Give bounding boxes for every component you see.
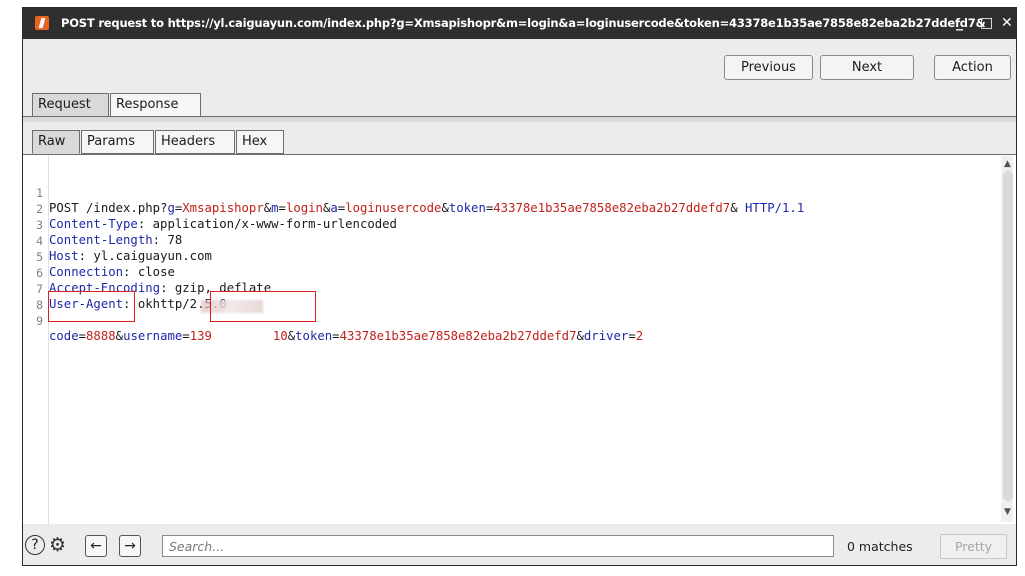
param-value: loginusercode	[345, 201, 442, 215]
tab-hex[interactable]: Hex	[236, 130, 284, 154]
param-value: 139	[189, 329, 212, 343]
param-value: 8888	[86, 329, 116, 343]
action-button[interactable]: Action	[934, 55, 1011, 80]
header-value: 78	[160, 233, 183, 247]
code-highlight-box	[48, 291, 135, 322]
help-icon[interactable]: ?	[25, 535, 45, 555]
header-line: 7 User-Agent: okhttp/2.5.0	[23, 267, 227, 311]
next-button[interactable]: Next	[820, 55, 914, 80]
param-key: username	[123, 329, 183, 343]
header-line: 6 Accept-Encoding: gzip, deflate	[23, 251, 271, 295]
scroll-up-icon[interactable]: ▲	[1004, 159, 1011, 169]
maximize-icon[interactable]: □	[980, 14, 993, 32]
tab-response[interactable]: Response	[110, 93, 201, 117]
param-key: m	[271, 201, 279, 215]
tab-raw[interactable]: Raw	[32, 130, 80, 154]
header-line: 5 Connection: close	[23, 235, 175, 279]
message-editor-window: POST request to https://yl.caiguayun.com…	[22, 7, 1017, 566]
search-bar: ? ⚙ ← → 0 matches Pretty	[23, 527, 1016, 565]
tab-request[interactable]: Request	[32, 93, 109, 117]
param-value: 2	[635, 329, 644, 343]
param-key: token	[448, 201, 486, 215]
username-highlight-box	[210, 291, 316, 322]
param-key: driver	[583, 329, 629, 343]
param-value: 43378e1b35ae7858e82eba2b27ddefd7	[339, 329, 577, 343]
raw-request-editor[interactable]: 1 POST /index.php?g=Xmsapishopr&m=login&…	[23, 154, 1016, 524]
scrollbar-thumb[interactable]	[1003, 171, 1013, 501]
gear-icon[interactable]: ⚙	[49, 534, 71, 556]
minimize-icon[interactable]: _	[956, 14, 963, 32]
forward-arrow-icon[interactable]: →	[119, 535, 141, 557]
header-value: application/x-www-form-urlencoded	[145, 217, 397, 231]
search-input[interactable]	[162, 535, 834, 557]
window-title: POST request to https://yl.caiguayun.com…	[61, 16, 986, 30]
equals-sign: =	[278, 201, 286, 215]
param-value: 43378e1b35ae7858e82eba2b27ddefd7	[493, 201, 731, 215]
param-value: 10	[272, 329, 288, 343]
ampersand: &	[263, 201, 272, 215]
match-count: 0 matches	[847, 539, 913, 554]
request-line: 1 POST /index.php?g=Xmsapishopr&m=login&…	[23, 171, 804, 215]
param-key: token	[295, 329, 333, 343]
back-arrow-icon[interactable]: ←	[85, 535, 107, 557]
tab-params[interactable]: Params	[81, 130, 154, 154]
http-version: HTTP/1.1	[745, 201, 805, 215]
trailing-ampersand: &	[730, 201, 746, 215]
pretty-button[interactable]: Pretty	[940, 534, 1007, 559]
header-value: yl.caiguayun.com	[86, 249, 212, 263]
close-icon[interactable]: ✕	[1001, 14, 1013, 32]
header-value: close	[130, 265, 175, 279]
param-key: g	[167, 201, 175, 215]
tab-panel-header	[23, 116, 1016, 122]
param-key: a	[330, 201, 338, 215]
previous-button[interactable]: Previous	[724, 55, 813, 80]
tab-headers[interactable]: Headers	[155, 130, 235, 154]
header-line: 2 Content-Type: application/x-www-form-u…	[23, 187, 397, 231]
scroll-down-icon[interactable]: ▼	[1004, 507, 1011, 517]
burp-logo-icon	[35, 16, 49, 30]
line-number: 9	[36, 314, 43, 328]
title-bar: POST request to https://yl.caiguayun.com…	[23, 8, 1016, 39]
header-line: 4 Host: yl.caiguayun.com	[23, 219, 212, 263]
header-line: 3 Content-Length: 78	[23, 203, 182, 247]
param-key: code	[49, 329, 79, 343]
param-value: Xmsapishopr	[182, 201, 264, 215]
param-value: login	[285, 201, 323, 215]
ampersand: &	[441, 201, 449, 215]
